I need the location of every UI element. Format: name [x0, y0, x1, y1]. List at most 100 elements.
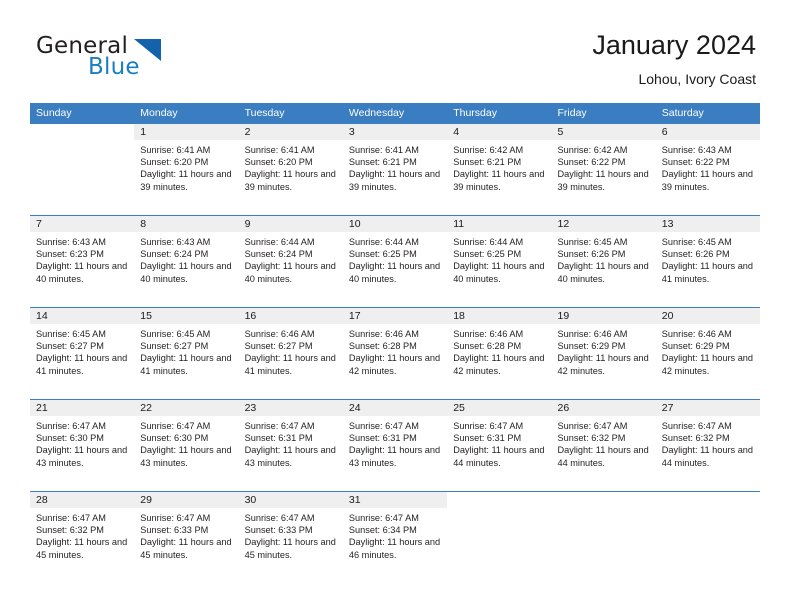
day-cell-inner: 15 Sunrise: 6:45 AM Sunset: 6:27 PM Dayligh… — [134, 308, 239, 399]
day-details: Sunrise: 6:45 AM Sunset: 6:26 PM Daylight:… — [551, 232, 655, 285]
sunset-text: Sunset: 6:32 PM — [661, 433, 730, 444]
day-details: Sunrise: 6:46 AM Sunset: 6:29 PM Daylight:… — [551, 324, 655, 377]
day-cell-inner: 11 Sunrise: 6:44 AM Sunset: 6:25 PM Dayligh… — [447, 216, 552, 307]
sunset-text: Sunset: 6:34 PM — [348, 525, 417, 536]
day-details: Sunrise: 6:46 AM Sunset: 6:27 PM Daylight:… — [239, 324, 343, 377]
calendar-day-cell[interactable]: 31 Sunrise: 6:47 AM Sunset: 6:34 PM Dayligh… — [342, 491, 448, 583]
day-number: 5 — [551, 124, 656, 140]
day-details: Sunrise: 6:46 AM Sunset: 6:28 PM Daylight:… — [447, 324, 551, 377]
day-number: 20 — [655, 308, 761, 324]
calendar-day-cell[interactable]: 23 Sunrise: 6:47 AM Sunset: 6:31 PM Dayligh… — [238, 399, 343, 492]
calendar-day-cell[interactable]: 27 Sunrise: 6:47 AM Sunset: 6:32 PM Dayligh… — [655, 399, 761, 492]
sunrise-text: Sunrise: 6:41 AM — [244, 145, 315, 155]
general-blue-logo[interactable]: General Blue — [36, 33, 256, 85]
daylight-text: Daylight: 11 hours and 40 minutes. — [348, 261, 441, 284]
weekday-header-thursday: Thursday — [447, 103, 552, 124]
day-cell-inner: 6 Sunrise: 6:43 AM Sunset: 6:22 PM Daylight… — [655, 124, 761, 215]
day-number: 13 — [655, 216, 761, 232]
daylight-text: Daylight: 11 hours and 43 minutes. — [140, 445, 232, 468]
sunrise-text: Sunrise: 6:47 AM — [244, 513, 315, 523]
day-details: Sunrise: 6:47 AM Sunset: 6:31 PM Daylight:… — [447, 416, 551, 469]
calendar-day-cell[interactable]: 10 Sunrise: 6:44 AM Sunset: 6:25 PM Dayligh… — [342, 215, 448, 308]
calendar-day-cell[interactable]: 1 Sunrise: 6:41 AM Sunset: 6:20 PM Daylight… — [134, 124, 239, 216]
calendar-day-cell[interactable]: 30 Sunrise: 6:47 AM Sunset: 6:33 PM Dayligh… — [238, 491, 343, 583]
day-details: Sunrise: 6:47 AM Sunset: 6:31 PM Daylight:… — [343, 416, 447, 469]
day-details: Sunrise: 6:47 AM Sunset: 6:33 PM Daylight:… — [134, 508, 238, 561]
calendar-page: General Blue January 2024 Lohou, Ivory C… — [0, 0, 792, 612]
calendar-day-cell[interactable]: 7 Sunrise: 6:43 AM Sunset: 6:23 PM Daylight… — [30, 215, 135, 308]
sunset-text: Sunset: 6:22 PM — [557, 157, 626, 168]
day-number: 29 — [134, 492, 239, 508]
day-number: 19 — [551, 308, 656, 324]
daylight-text: Daylight: 11 hours and 40 minutes. — [453, 261, 545, 284]
calendar-day-cell[interactable]: 13 Sunrise: 6:45 AM Sunset: 6:26 PM Dayligh… — [655, 215, 761, 308]
calendar-day-cell[interactable]: 22 Sunrise: 6:47 AM Sunset: 6:30 PM Dayligh… — [134, 399, 239, 492]
day-number: 3 — [342, 124, 448, 140]
calendar-body: 1 Sunrise: 6:41 AM Sunset: 6:20 PM Daylight… — [30, 124, 761, 583]
day-cell-inner: 29 Sunrise: 6:47 AM Sunset: 6:33 PM Dayligh… — [134, 492, 239, 583]
daylight-text: Daylight: 11 hours and 39 minutes. — [140, 169, 232, 192]
calendar-day-cell[interactable]: 21 Sunrise: 6:47 AM Sunset: 6:30 PM Dayligh… — [30, 399, 135, 492]
daylight-text: Daylight: 11 hours and 45 minutes. — [244, 537, 336, 560]
calendar-day-cell[interactable]: 28 Sunrise: 6:47 AM Sunset: 6:32 PM Dayligh… — [30, 491, 135, 583]
calendar-day-cell[interactable]: 25 Sunrise: 6:47 AM Sunset: 6:31 PM Dayligh… — [447, 399, 552, 492]
calendar-day-cell[interactable]: 17 Sunrise: 6:46 AM Sunset: 6:28 PM Dayligh… — [342, 307, 448, 400]
title-block: January 2024 Lohou, Ivory Coast — [592, 28, 756, 89]
weekday-header-monday: Monday — [134, 103, 239, 124]
day-cell-inner: 9 Sunrise: 6:44 AM Sunset: 6:24 PM Daylight… — [238, 216, 343, 307]
calendar-day-cell[interactable]: 14 Sunrise: 6:45 AM Sunset: 6:27 PM Dayligh… — [30, 307, 135, 400]
day-number: 28 — [30, 492, 135, 508]
calendar-day-cell[interactable]: 15 Sunrise: 6:45 AM Sunset: 6:27 PM Dayligh… — [134, 307, 239, 400]
calendar-day-cell[interactable]: 3 Sunrise: 6:41 AM Sunset: 6:21 PM Daylight… — [342, 124, 448, 216]
calendar-day-cell[interactable]: 11 Sunrise: 6:44 AM Sunset: 6:25 PM Dayligh… — [447, 215, 552, 308]
day-cell-inner: 26 Sunrise: 6:47 AM Sunset: 6:32 PM Dayligh… — [551, 400, 656, 491]
sunset-text: Sunset: 6:27 PM — [36, 341, 104, 352]
sunset-text: Sunset: 6:26 PM — [661, 249, 730, 260]
day-cell-inner: 20 Sunrise: 6:46 AM Sunset: 6:29 PM Dayligh… — [655, 308, 761, 399]
page-title: January 2024 — [592, 30, 756, 60]
day-cell-inner: 19 Sunrise: 6:46 AM Sunset: 6:29 PM Dayligh… — [551, 308, 656, 399]
sunrise-text: Sunrise: 6:41 AM — [348, 145, 419, 155]
calendar-day-cell[interactable]: 6 Sunrise: 6:43 AM Sunset: 6:22 PM Daylight… — [655, 124, 761, 216]
sunrise-text: Sunrise: 6:45 AM — [661, 237, 732, 247]
calendar-day-cell[interactable]: 9 Sunrise: 6:44 AM Sunset: 6:24 PM Daylight… — [238, 215, 343, 308]
calendar-day-cell[interactable]: 8 Sunrise: 6:43 AM Sunset: 6:24 PM Daylight… — [134, 215, 239, 308]
calendar-day-cell[interactable]: 5 Sunrise: 6:42 AM Sunset: 6:22 PM Daylight… — [551, 124, 656, 216]
day-cell-inner: 23 Sunrise: 6:47 AM Sunset: 6:31 PM Dayligh… — [238, 400, 343, 491]
sunset-text: Sunset: 6:26 PM — [557, 249, 626, 260]
logo-text-blue: Blue — [88, 54, 140, 80]
calendar-day-cell[interactable]: 12 Sunrise: 6:45 AM Sunset: 6:26 PM Dayligh… — [551, 215, 656, 308]
sunrise-text: Sunrise: 6:43 AM — [661, 145, 732, 155]
day-number — [656, 492, 760, 508]
sunset-text: Sunset: 6:24 PM — [140, 249, 209, 260]
calendar-day-cell[interactable]: 26 Sunrise: 6:47 AM Sunset: 6:32 PM Dayligh… — [551, 399, 656, 492]
day-number: 1 — [134, 124, 239, 140]
daylight-text: Daylight: 11 hours and 42 minutes. — [661, 353, 754, 376]
calendar-day-cell[interactable]: 18 Sunrise: 6:46 AM Sunset: 6:28 PM Dayligh… — [447, 307, 552, 400]
day-cell-inner: 1 Sunrise: 6:41 AM Sunset: 6:20 PM Daylight… — [134, 124, 239, 215]
daylight-text: Daylight: 11 hours and 44 minutes. — [557, 445, 649, 468]
daylight-text: Daylight: 11 hours and 44 minutes. — [453, 445, 545, 468]
calendar-day-cell[interactable]: 20 Sunrise: 6:46 AM Sunset: 6:29 PM Dayligh… — [655, 307, 761, 400]
daylight-text: Daylight: 11 hours and 42 minutes. — [453, 353, 545, 376]
calendar-day-cell[interactable]: 29 Sunrise: 6:47 AM Sunset: 6:33 PM Dayligh… — [134, 491, 239, 583]
sunset-text: Sunset: 6:31 PM — [244, 433, 313, 444]
calendar-day-cell[interactable]: 4 Sunrise: 6:42 AM Sunset: 6:21 PM Daylight… — [447, 124, 552, 216]
sunrise-text: Sunrise: 6:44 AM — [453, 237, 524, 247]
calendar-week-row: 7 Sunrise: 6:43 AM Sunset: 6:23 PM Daylight… — [30, 215, 761, 308]
day-number: 2 — [238, 124, 343, 140]
calendar-day-cell[interactable]: 2 Sunrise: 6:41 AM Sunset: 6:20 PM Daylight… — [238, 124, 343, 216]
daylight-text: Daylight: 11 hours and 39 minutes. — [348, 169, 441, 192]
calendar-day-cell[interactable]: 24 Sunrise: 6:47 AM Sunset: 6:31 PM Dayligh… — [342, 399, 448, 492]
sunset-text: Sunset: 6:30 PM — [140, 433, 209, 444]
sunrise-text: Sunrise: 6:44 AM — [348, 237, 419, 247]
day-details: Sunrise: 6:47 AM Sunset: 6:32 PM Daylight:… — [551, 416, 655, 469]
day-details: Sunrise: 6:41 AM Sunset: 6:21 PM Daylight:… — [343, 140, 447, 193]
sunset-text: Sunset: 6:29 PM — [557, 341, 626, 352]
daylight-text: Daylight: 11 hours and 43 minutes. — [244, 445, 336, 468]
day-details — [30, 140, 134, 144]
calendar-day-cell[interactable]: 19 Sunrise: 6:46 AM Sunset: 6:29 PM Dayligh… — [551, 307, 656, 400]
sunset-text: Sunset: 6:21 PM — [453, 157, 522, 168]
calendar-day-cell[interactable]: 16 Sunrise: 6:46 AM Sunset: 6:27 PM Dayligh… — [238, 307, 343, 400]
day-number: 18 — [447, 308, 552, 324]
